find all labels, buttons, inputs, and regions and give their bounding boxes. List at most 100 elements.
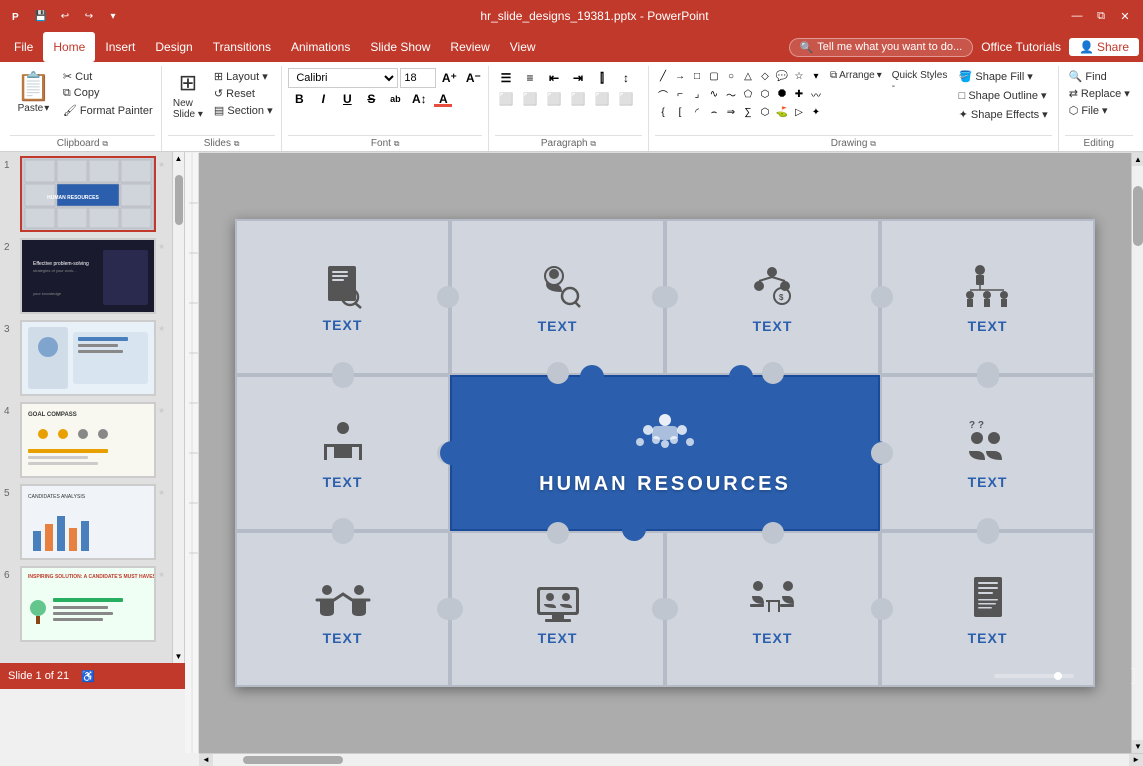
font-family-select[interactable]: Calibri: [288, 68, 398, 88]
clipboard-expand-icon[interactable]: ⧉: [102, 139, 108, 148]
shape-rect[interactable]: □: [689, 68, 705, 84]
numbered-list-button[interactable]: ≡: [519, 68, 541, 88]
align-right-button[interactable]: ⬜: [543, 89, 565, 109]
shape-misc[interactable]: ✦: [808, 104, 824, 120]
menu-design[interactable]: Design: [145, 32, 202, 62]
font-increase-button[interactable]: A⁺: [438, 68, 460, 88]
canvas-scroll-up[interactable]: ▲: [1132, 153, 1143, 166]
h-scroll-left[interactable]: ◄: [199, 754, 213, 766]
shape-equation[interactable]: ∑: [740, 104, 756, 120]
new-slide-button[interactable]: ⊞ NewSlide ▾: [168, 68, 208, 122]
indent-decrease-button[interactable]: ⇤: [543, 68, 565, 88]
convert-smartart-button[interactable]: ⬜: [615, 89, 637, 109]
puzzle-cell-2[interactable]: TEXT: [450, 219, 665, 375]
shape-octagon[interactable]: ⯃: [774, 86, 790, 102]
office-tutorials-link[interactable]: Office Tutorials: [981, 40, 1061, 54]
shape-rounded-rect[interactable]: ▢: [706, 68, 722, 84]
shape-bracket[interactable]: [: [672, 104, 688, 120]
shape-cross[interactable]: ✚: [791, 86, 807, 102]
font-size-input[interactable]: [400, 68, 436, 88]
scroll-thumb[interactable]: [175, 175, 183, 225]
slide-thumb-1[interactable]: HUMAN RESOURCES: [20, 156, 156, 232]
puzzle-cell-5[interactable]: TEXT: [235, 375, 450, 531]
shape-oval[interactable]: ○: [723, 68, 739, 84]
slide-panel-scrollbar[interactable]: ▲ ▼: [172, 152, 184, 663]
shape-triangle[interactable]: △: [740, 68, 756, 84]
puzzle-cell-9[interactable]: TEXT: [450, 531, 665, 687]
layout-button[interactable]: ⊞ Layout ▾: [210, 68, 277, 85]
menu-animations[interactable]: Animations: [281, 32, 360, 62]
shape-banner[interactable]: ⛳: [774, 104, 790, 120]
menu-home[interactable]: Home: [43, 32, 95, 62]
shape-callout[interactable]: 💬: [774, 68, 790, 84]
canvas-scrollbar-v[interactable]: ▲ ▼: [1131, 153, 1143, 753]
find-button[interactable]: 🔍 Find: [1065, 68, 1134, 85]
canvas-scroll-thumb[interactable]: [1133, 186, 1143, 246]
bullets-button[interactable]: ☰: [495, 68, 517, 88]
shape-effects-button[interactable]: ✦ Shape Effects ▾: [955, 106, 1052, 123]
shape-hexagon[interactable]: ⬡: [757, 86, 773, 102]
section-button[interactable]: ▤ Section ▾: [210, 102, 277, 119]
shape-star[interactable]: ☆: [791, 68, 807, 84]
shape-outline-button[interactable]: □ Shape Outline ▾: [955, 87, 1052, 104]
menu-slideshow[interactable]: Slide Show: [360, 32, 440, 62]
puzzle-cell-3[interactable]: $ TEXT: [665, 219, 880, 375]
scroll-down-arrow[interactable]: ▼: [173, 650, 185, 663]
char-spacing-button[interactable]: A↕: [408, 89, 430, 109]
shape-flowchart[interactable]: ⬡: [757, 104, 773, 120]
shape-connector[interactable]: ⌒: [655, 86, 671, 102]
menu-transitions[interactable]: Transitions: [203, 32, 281, 62]
font-decrease-button[interactable]: A⁻: [462, 68, 484, 88]
scroll-up-arrow[interactable]: ▲: [173, 152, 185, 165]
puzzle-cell-7[interactable]: ? ? TEXT: [880, 375, 1095, 531]
shape-arc[interactable]: ⌢: [706, 104, 722, 120]
text-direction-button[interactable]: ⬜: [591, 89, 613, 109]
slide-thumb-3[interactable]: [20, 320, 156, 396]
minimize-button[interactable]: —: [1067, 6, 1087, 26]
drawing-expand-icon[interactable]: ⧉: [870, 139, 876, 148]
indent-increase-button[interactable]: ⇥: [567, 68, 589, 88]
line-spacing-button[interactable]: ↕: [615, 68, 637, 88]
slides-expand-icon[interactable]: ⧉: [234, 139, 240, 148]
shape-arrow[interactable]: →: [672, 68, 688, 84]
font-color-button[interactable]: A: [432, 89, 454, 109]
arrange-button[interactable]: ⧉ Arrange ▾: [826, 68, 886, 83]
shape-block-arrow[interactable]: ⇒: [723, 104, 739, 120]
zoom-slider[interactable]: [994, 674, 1074, 678]
restore-button[interactable]: ⧉: [1091, 6, 1111, 26]
bold-button[interactable]: B: [288, 89, 310, 109]
align-center-button[interactable]: ⬜: [519, 89, 541, 109]
italic-button[interactable]: I: [312, 89, 334, 109]
shape-wave[interactable]: 〰: [808, 86, 824, 102]
reset-button[interactable]: ↺ Reset: [210, 85, 277, 102]
replace-button[interactable]: ⇄ Replace ▾: [1065, 85, 1134, 102]
menu-file[interactable]: File: [4, 32, 43, 62]
undo-qat-button[interactable]: ↩: [56, 7, 74, 25]
shape-chord[interactable]: ◜: [689, 104, 705, 120]
columns-button[interactable]: ⫿: [591, 68, 613, 88]
puzzle-cell-11[interactable]: TEXT: [880, 531, 1095, 687]
close-button[interactable]: ✕: [1115, 6, 1135, 26]
underline-button[interactable]: U: [336, 89, 358, 109]
shape-freeform[interactable]: ∿: [706, 86, 722, 102]
copy-button[interactable]: ⧉ Copy: [59, 85, 157, 102]
puzzle-cell-4[interactable]: TEXT: [880, 219, 1095, 375]
save-qat-button[interactable]: 💾: [32, 7, 50, 25]
slide-thumb-4[interactable]: GOAL COMPASS: [20, 402, 156, 478]
puzzle-cell-1[interactable]: TEXT: [235, 219, 450, 375]
paragraph-expand-icon[interactable]: ⧉: [590, 139, 596, 148]
slide-thumb-2[interactable]: Effective problem-solving strategies of …: [20, 238, 156, 314]
puzzle-cell-8[interactable]: TEXT: [235, 531, 450, 687]
select-button[interactable]: ⬡ File ▾: [1065, 102, 1134, 119]
customize-qat-button[interactable]: ▾: [104, 7, 122, 25]
h-scroll-right[interactable]: ►: [1129, 754, 1143, 766]
quick-styles-button[interactable]: Quick Styles -: [888, 68, 953, 94]
strikethrough-button[interactable]: S: [360, 89, 382, 109]
slide-thumb-5[interactable]: CANDIDATES ANALYSIS: [20, 484, 156, 560]
smallcaps-button[interactable]: ab: [384, 89, 406, 109]
canvas-scrollbar-h[interactable]: ◄ ►: [199, 753, 1143, 765]
shape-diamond[interactable]: ◇: [757, 68, 773, 84]
puzzle-cell-center[interactable]: HUMAN RESOURCES: [450, 375, 880, 531]
shape-line[interactable]: ╱: [655, 68, 671, 84]
shape-bent[interactable]: ⌐: [672, 86, 688, 102]
